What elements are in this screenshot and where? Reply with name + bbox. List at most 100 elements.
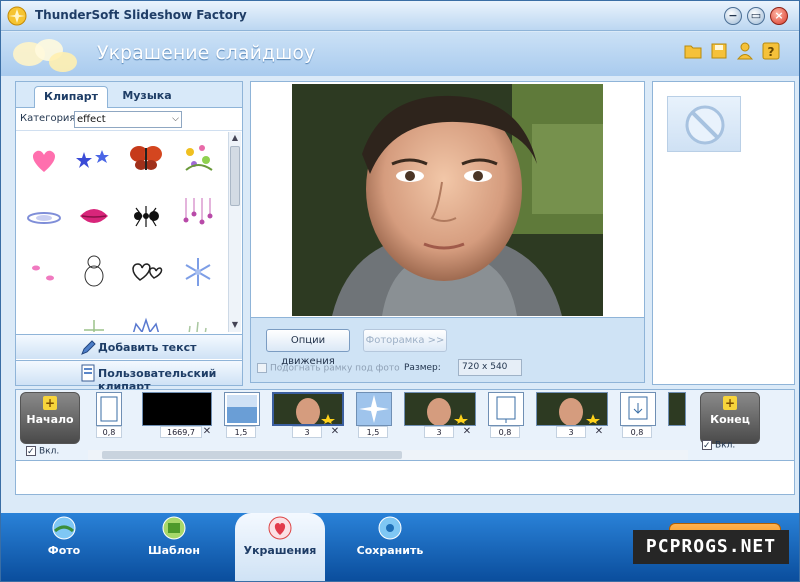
sparkle-clipart-icon[interactable] [74,312,114,332]
nav-decorations[interactable]: Украшения [235,513,325,581]
remove-icon[interactable]: ✕ [462,426,472,438]
transition-thumb[interactable] [224,392,260,426]
butterfly-clipart-icon[interactable] [126,140,166,176]
timeline-scrollbar[interactable] [88,450,688,460]
teddy-outline-clipart-icon[interactable] [74,252,114,288]
minimize-button[interactable]: − [724,7,742,25]
page-transition-icon [496,396,516,423]
custom-clipart-button[interactable]: Пользовательский клипарт [16,360,242,393]
title-bar[interactable]: ThunderSoft Slideshow Factory − ▭ × [1,1,799,31]
transition-thumb[interactable] [356,392,392,426]
clipart-scrollbar[interactable]: ▲ ▼ [228,132,241,332]
duration-field[interactable]: 0,8 [96,426,122,438]
duration-field[interactable]: 1,5 [358,426,388,438]
slide-thumb-partial[interactable] [668,392,686,426]
user-icon[interactable] [735,41,755,61]
duration-field[interactable]: 3 [292,426,322,438]
duration-field[interactable]: 0,8 [490,426,520,438]
slide-thumb[interactable] [404,392,476,426]
photo-thumb [405,393,475,426]
help-icon[interactable]: ? [761,41,781,61]
heart-clipart-icon[interactable] [24,142,64,178]
duration-field[interactable]: 3 [424,426,454,438]
snowflake-clipart-icon[interactable] [178,254,218,290]
tab-music[interactable]: Музыка [112,86,182,108]
motion-options-button[interactable]: Опции движения [266,329,350,367]
maximize-button[interactable]: ▭ [747,7,765,25]
folder-icon[interactable] [683,41,703,61]
flowers-clipart-icon[interactable] [178,140,218,176]
document-icon [81,364,95,382]
nav-photo-label: Фото [47,544,81,557]
remove-icon[interactable]: ✕ [202,426,212,438]
nav-save[interactable]: Сохранить [345,513,435,581]
window-title: ThunderSoft Slideshow Factory [35,8,247,22]
scrollbar-thumb[interactable] [230,146,240,206]
fit-frame-option[interactable]: Подогнать рамку под фото [257,363,400,374]
ant-clipart-icon[interactable] [126,198,166,234]
end-include-checkbox[interactable]: ✓ [702,440,712,451]
template-icon [162,516,186,540]
transition-thumb[interactable] [488,392,524,426]
fit-frame-checkbox[interactable] [257,363,267,373]
scroll-down-icon[interactable]: ▼ [229,319,241,331]
remove-icon[interactable]: ✕ [330,426,340,438]
duration-field[interactable]: 1669,7 [160,426,202,438]
hearts-outline-clipart-icon[interactable] [126,254,166,290]
category-select[interactable]: effect ⌵ [74,111,182,128]
preview-canvas[interactable] [251,82,644,318]
fit-frame-label: Подогнать рамку под фото [270,363,400,374]
remove-icon[interactable]: ✕ [594,426,604,438]
category-label: Категория [20,113,76,124]
start-include-checkbox[interactable]: ✓ [26,446,36,457]
page-title: Украшение слайдшоу [97,42,316,64]
preview-photo [292,84,603,316]
save-icon[interactable] [709,41,729,61]
nav-template-label: Шаблон [148,544,200,557]
plus-icon: + [723,396,737,410]
slide-thumb-selected[interactable] [272,392,344,426]
start-caption-label: Начало [26,413,74,426]
preview-panel: Опции движения Фоторамка >> Подогнать ра… [250,81,645,383]
nav-photo[interactable]: Фото [19,513,109,581]
photo-frame-button[interactable]: Фоторамка >> [363,329,447,352]
slide-thumb[interactable] [536,392,608,426]
nav-template[interactable]: Шаблон [129,513,219,581]
close-icon: × [774,9,784,22]
duration-field[interactable]: 1,5 [226,426,256,438]
crown-clipart-icon[interactable] [126,312,166,332]
size-field[interactable]: 720 x 540 [458,359,522,376]
lips-clipart-icon[interactable] [74,198,114,234]
clover-logo-icon [13,39,77,72]
end-caption-label: Конец [710,413,750,426]
star-transition-icon [357,393,391,425]
grass-clipart-icon[interactable] [178,312,218,332]
slide-transition-icon [227,395,257,423]
end-caption-block[interactable]: + Конец [700,392,760,444]
start-include-option[interactable]: ✓ Вкл. [26,446,59,457]
tab-clipart[interactable]: Клипарт [34,86,108,108]
scrollbar-thumb[interactable] [102,451,402,459]
swirl-clipart-icon[interactable] [24,200,64,236]
close-button[interactable]: × [770,7,788,25]
nav-save-label: Сохранить [356,544,424,557]
page-transition-icon [100,396,118,422]
stars-clipart-icon[interactable] [74,142,114,178]
end-include-option[interactable]: ✓ Вкл. [702,440,735,451]
duration-field[interactable]: 0,8 [622,426,652,438]
app-logo-icon [7,6,27,26]
properties-panel [652,81,795,385]
start-caption-block[interactable]: + Начало [20,392,80,444]
page-transition-icon [628,396,648,420]
scroll-up-icon[interactable]: ▲ [229,132,241,144]
duration-field[interactable]: 3 [556,426,586,438]
transition-thumb[interactable] [620,392,656,426]
hanging-charms-clipart-icon[interactable] [178,196,218,232]
clipart-panel: Клипарт Музыка Категория effect ⌵ ▲ ▼ До… [15,81,243,393]
add-text-button[interactable]: Добавить текст [16,334,242,359]
pink-petals-clipart-icon[interactable] [24,256,64,292]
transition-thumb[interactable] [96,392,122,426]
pen-icon [81,340,96,355]
slide-thumb[interactable] [142,392,212,426]
plus-icon: + [43,396,57,410]
